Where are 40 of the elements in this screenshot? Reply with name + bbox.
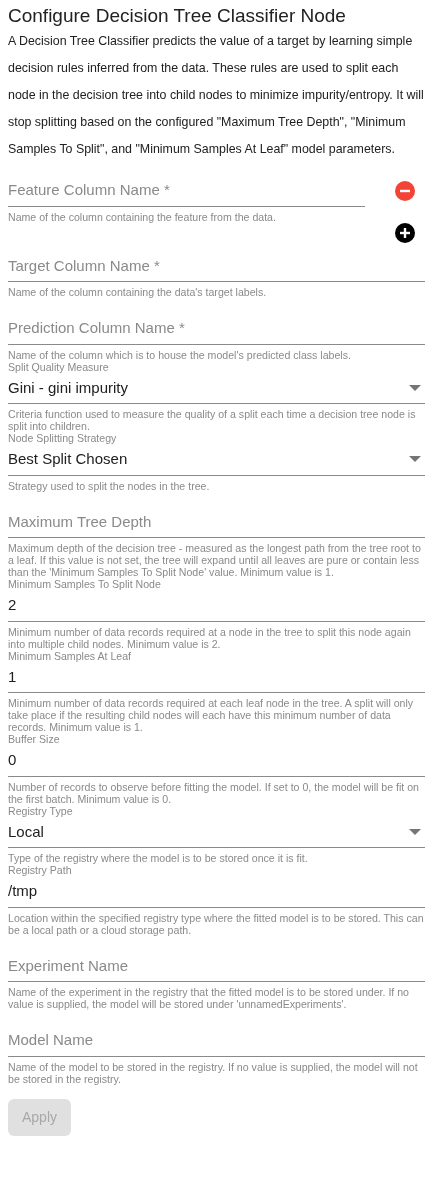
input-field[interactable]: 1	[8, 661, 425, 693]
hint-text: Name of the experiment in the registry that the fitted model is to be stored under. If no value is supplied, the model will be stored under 'unnamedExperiments'.	[8, 986, 410, 1010]
input-field[interactable]: Feature Column Name *	[8, 175, 365, 207]
hint-text: Minimum number of data records required at each leaf node in the tree. A split will only take place if the resulting child nodes will each have this minimum number of data records. Minimum value is 1.	[8, 697, 415, 733]
input-field[interactable]: Maximum Tree Depth	[8, 506, 425, 538]
hint-text: Number of records to observe before fitting the model. If set to 0, the model will be fit on the first batch. Minimum value is 0.	[8, 780, 420, 805]
hint-text: Maximum depth of the decision tree - measured as the longest path from the tree root to a leaf. If this value is not set, the tree will expand until all leaves are pure or contain less than the 'Minimum Samples To Split Node' value. Minimum value is 1.	[8, 542, 422, 578]
hint-text: Type of the registry where the model is to be stored once it is fit.	[8, 852, 309, 864]
input-field[interactable]: Target Column Name *	[8, 250, 425, 282]
input-field[interactable]: 0	[8, 745, 425, 777]
select-field[interactable]: Best Split Chosen	[8, 444, 425, 476]
input-field[interactable]: /tmp	[8, 876, 425, 908]
hint-text: Name of the column containing the feature from the data.	[8, 210, 277, 223]
select-field[interactable]: Local	[8, 816, 425, 848]
field-label: Buffer Size	[8, 733, 61, 745]
field-label: Registry Type	[8, 804, 74, 817]
select-field[interactable]: Gini - gini impurity	[8, 372, 425, 404]
hint-text: Name of the column containing the data's target labels.	[8, 286, 268, 298]
hint-text: Criteria function used to measure the quality of a split each time a decision tree node is split into children.	[8, 408, 417, 432]
field-label: Registry Path	[8, 864, 73, 876]
field-label: Node Splitting Strategy	[8, 432, 118, 444]
input-field[interactable]: Experiment Name	[8, 950, 425, 982]
caret-icon	[409, 384, 421, 391]
hint-text: Strategy used to split the nodes in the tree.	[8, 479, 211, 492]
hint-text: Location within the specified registry type where the fitted model is to be stored. This can be a local path or a cloud storage path.	[8, 911, 425, 936]
caret-icon	[409, 828, 421, 835]
description-text: A Decision Tree Classifier predicts the value of a target by learning simple decision rules inferred from the data. These rules are used to split each node in the decision tree into child nodes to minimize impurity/entropy. It will stop splitting based on the configured "Maximum Tree Depth", "Minimum Samples To Split", and "Minimum Samples At Leaf" model parameters.	[8, 33, 425, 158]
field-label: Minimum Samples To Split Node	[8, 578, 162, 590]
page-title: Configure Decision Tree Classifier Node	[8, 4, 347, 28]
hint-text: Minimum number of data records required at a node in the tree to split this node again into multiple child nodes. Minimum value is 2.	[8, 625, 412, 650]
hint-text: Name of the model to be stored in the registry. If no value is supplied, the model will not be stored in the registry.	[8, 1060, 419, 1085]
field-label: Minimum Samples At Leaf	[8, 649, 133, 662]
caret-icon	[409, 456, 421, 463]
remove-icon[interactable]	[395, 180, 415, 201]
add-icon[interactable]	[395, 222, 415, 243]
field-label: Split Quality Measure	[8, 360, 110, 373]
input-field[interactable]: Prediction Column Name *	[8, 313, 425, 345]
hint-text: Name of the column which is to house the model's predicted class labels.	[8, 348, 352, 361]
input-field[interactable]: Model Name	[8, 1025, 425, 1057]
input-field[interactable]: 2	[8, 590, 425, 622]
